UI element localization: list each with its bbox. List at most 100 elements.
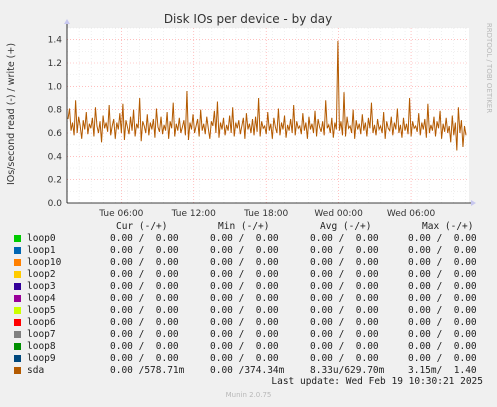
legend-swatch	[14, 271, 21, 278]
last-update: Last update: Wed Feb 19 10:30:21 2025	[271, 376, 483, 387]
legend-swatch	[14, 307, 21, 314]
x-tick-label: Tue 06:00	[98, 209, 143, 219]
legend-cur: 0.00 / 0.00	[110, 305, 179, 316]
legend-max: 0.00 / 0.00	[408, 305, 477, 316]
legend-header-max: Max (-/+)	[422, 221, 474, 232]
legend-max: 0.00 / 0.00	[408, 293, 477, 304]
legend-row-loop7: loop7 0.00 / 0.00 0.00 / 0.00 0.00 / 0.00 0.…	[0, 329, 497, 341]
legend-row-loop10: loop10 0.00 / 0.00 0.00 / 0.00 0.00 / 0.00 0…	[0, 257, 497, 269]
legend-max: 0.00 / 0.00	[408, 233, 477, 244]
legend-name: loop6	[27, 317, 56, 328]
legend-row-loop3: loop3 0.00 / 0.00 0.00 / 0.00 0.00 / 0.00 0.…	[0, 281, 497, 293]
x-tick-label: Tue 18:00	[243, 209, 288, 219]
munin-version: Munin 2.0.75	[225, 391, 272, 399]
legend-row-loop1: loop1 0.00 / 0.00 0.00 / 0.00 0.00 / 0.00 0.…	[0, 245, 497, 257]
legend-min: 0.00 / 0.00	[210, 293, 279, 304]
x-tick-label: Wed 00:00	[314, 209, 363, 219]
legend-header: Cur (-/+) Min (-/+) Avg (-/+) Max (-/+)	[0, 221, 497, 233]
legend-name: loop5	[27, 305, 56, 316]
legend-row-loop8: loop8 0.00 / 0.00 0.00 / 0.00 0.00 / 0.00 0.…	[0, 341, 497, 353]
legend-row-loop0: loop0 0.00 / 0.00 0.00 / 0.00 0.00 / 0.00 0.…	[0, 233, 497, 245]
legend-row-loop2: loop2 0.00 / 0.00 0.00 / 0.00 0.00 / 0.00 0.…	[0, 269, 497, 281]
y-tick-label: 0.6	[48, 129, 63, 139]
legend-swatch	[14, 283, 21, 290]
legend-row-loop5: loop5 0.00 / 0.00 0.00 / 0.00 0.00 / 0.00 0.…	[0, 305, 497, 317]
legend-avg: 0.00 / 0.00	[310, 353, 379, 364]
legend-name: loop9	[27, 353, 56, 364]
y-tick-label: 0.8	[48, 106, 63, 116]
legend-min: 0.00 / 0.00	[210, 281, 279, 292]
legend-swatch	[14, 331, 21, 338]
legend-row-loop9: loop9 0.00 / 0.00 0.00 / 0.00 0.00 / 0.00 0.…	[0, 353, 497, 365]
legend-swatch	[14, 367, 21, 374]
y-tick-label: 0.0	[48, 199, 63, 209]
legend-max: 0.00 / 0.00	[408, 317, 477, 328]
legend-min: 0.00 / 0.00	[210, 269, 279, 280]
rrdtool-watermark: RRDTOOL / TOBI OETIKER	[485, 23, 493, 113]
legend-max: 0.00 / 0.00	[408, 269, 477, 280]
legend-swatch	[14, 247, 21, 254]
legend-swatch	[14, 355, 21, 362]
legend-name: loop3	[27, 281, 56, 292]
legend-cur: 0.00 / 0.00	[110, 317, 179, 328]
y-tick-label: 0.4	[48, 152, 63, 162]
legend-min: 0.00 / 0.00	[210, 353, 279, 364]
legend-name: loop0	[27, 233, 56, 244]
y-tick-label: 1.0	[48, 82, 63, 92]
legend-cur: 0.00 / 0.00	[110, 245, 179, 256]
y-tick-label: 0.2	[48, 176, 62, 186]
legend-avg: 0.00 / 0.00	[310, 245, 379, 256]
y-tick-label: 1.2	[48, 59, 62, 69]
legend-max: 0.00 / 0.00	[408, 245, 477, 256]
legend-min: 0.00 / 0.00	[210, 329, 279, 340]
legend-header-cur: Cur (-/+)	[116, 221, 168, 232]
legend-max: 0.00 / 0.00	[408, 281, 477, 292]
y-tick-label: 1.4	[48, 36, 63, 46]
legend-cur: 0.00 / 0.00	[110, 233, 179, 244]
legend-cur: 0.00 / 0.00	[110, 281, 179, 292]
legend-min: 0.00 / 0.00	[210, 305, 279, 316]
legend-cur: 0.00 /578.71m	[110, 365, 185, 376]
x-axis-arrow	[471, 200, 476, 206]
legend-row-loop4: loop4 0.00 / 0.00 0.00 / 0.00 0.00 / 0.00 0.…	[0, 293, 497, 305]
legend-avg: 0.00 / 0.00	[310, 341, 379, 352]
legend-name: sda	[27, 365, 45, 376]
x-tick-label: Tue 12:00	[171, 209, 216, 219]
legend-avg: 0.00 / 0.00	[310, 293, 379, 304]
legend-avg: 0.00 / 0.00	[310, 257, 379, 268]
legend-avg: 0.00 / 0.00	[310, 281, 379, 292]
legend-header-min: Min (-/+)	[218, 221, 270, 232]
legend-avg: 0.00 / 0.00	[310, 233, 379, 244]
legend-min: 0.00 / 0.00	[210, 245, 279, 256]
chart-title: Disk IOs per device - by day	[164, 12, 332, 26]
legend-avg: 0.00 / 0.00	[310, 329, 379, 340]
legend-min: 0.00 / 0.00	[210, 257, 279, 268]
legend-name: loop8	[27, 341, 56, 352]
legend-min: 0.00 / 0.00	[210, 317, 279, 328]
legend-avg: 0.00 / 0.00	[310, 317, 379, 328]
legend-max: 0.00 / 0.00	[408, 257, 477, 268]
legend-swatch	[14, 235, 21, 242]
legend-row-loop6: loop6 0.00 / 0.00 0.00 / 0.00 0.00 / 0.00 0.…	[0, 317, 497, 329]
legend-swatch	[14, 319, 21, 326]
legend-min: 0.00 / 0.00	[210, 233, 279, 244]
legend-cur: 0.00 / 0.00	[110, 341, 179, 352]
x-tick-label: Wed 06:00	[387, 209, 436, 219]
legend-cur: 0.00 / 0.00	[110, 257, 179, 268]
legend-cur: 0.00 / 0.00	[110, 293, 179, 304]
legend-swatch	[14, 343, 21, 350]
legend-cur: 0.00 / 0.00	[110, 353, 179, 364]
y-axis-arrow	[64, 19, 70, 24]
legend-name: loop1	[27, 245, 56, 256]
legend-name: loop7	[27, 329, 56, 340]
legend-max: 0.00 / 0.00	[408, 329, 477, 340]
legend-header-avg: Avg (-/+)	[320, 221, 372, 232]
chart: Disk IOs per device - by day RRDTOOL / T…	[6, 12, 493, 219]
legend-max: 0.00 / 0.00	[408, 353, 477, 364]
legend-swatch	[14, 295, 21, 302]
legend-avg: 0.00 / 0.00	[310, 305, 379, 316]
legend-cur: 0.00 / 0.00	[110, 269, 179, 280]
legend-name: loop4	[27, 293, 56, 304]
y-axis-label: IOs/second read (-) / write (+)	[6, 43, 17, 185]
legend-swatch	[14, 259, 21, 266]
